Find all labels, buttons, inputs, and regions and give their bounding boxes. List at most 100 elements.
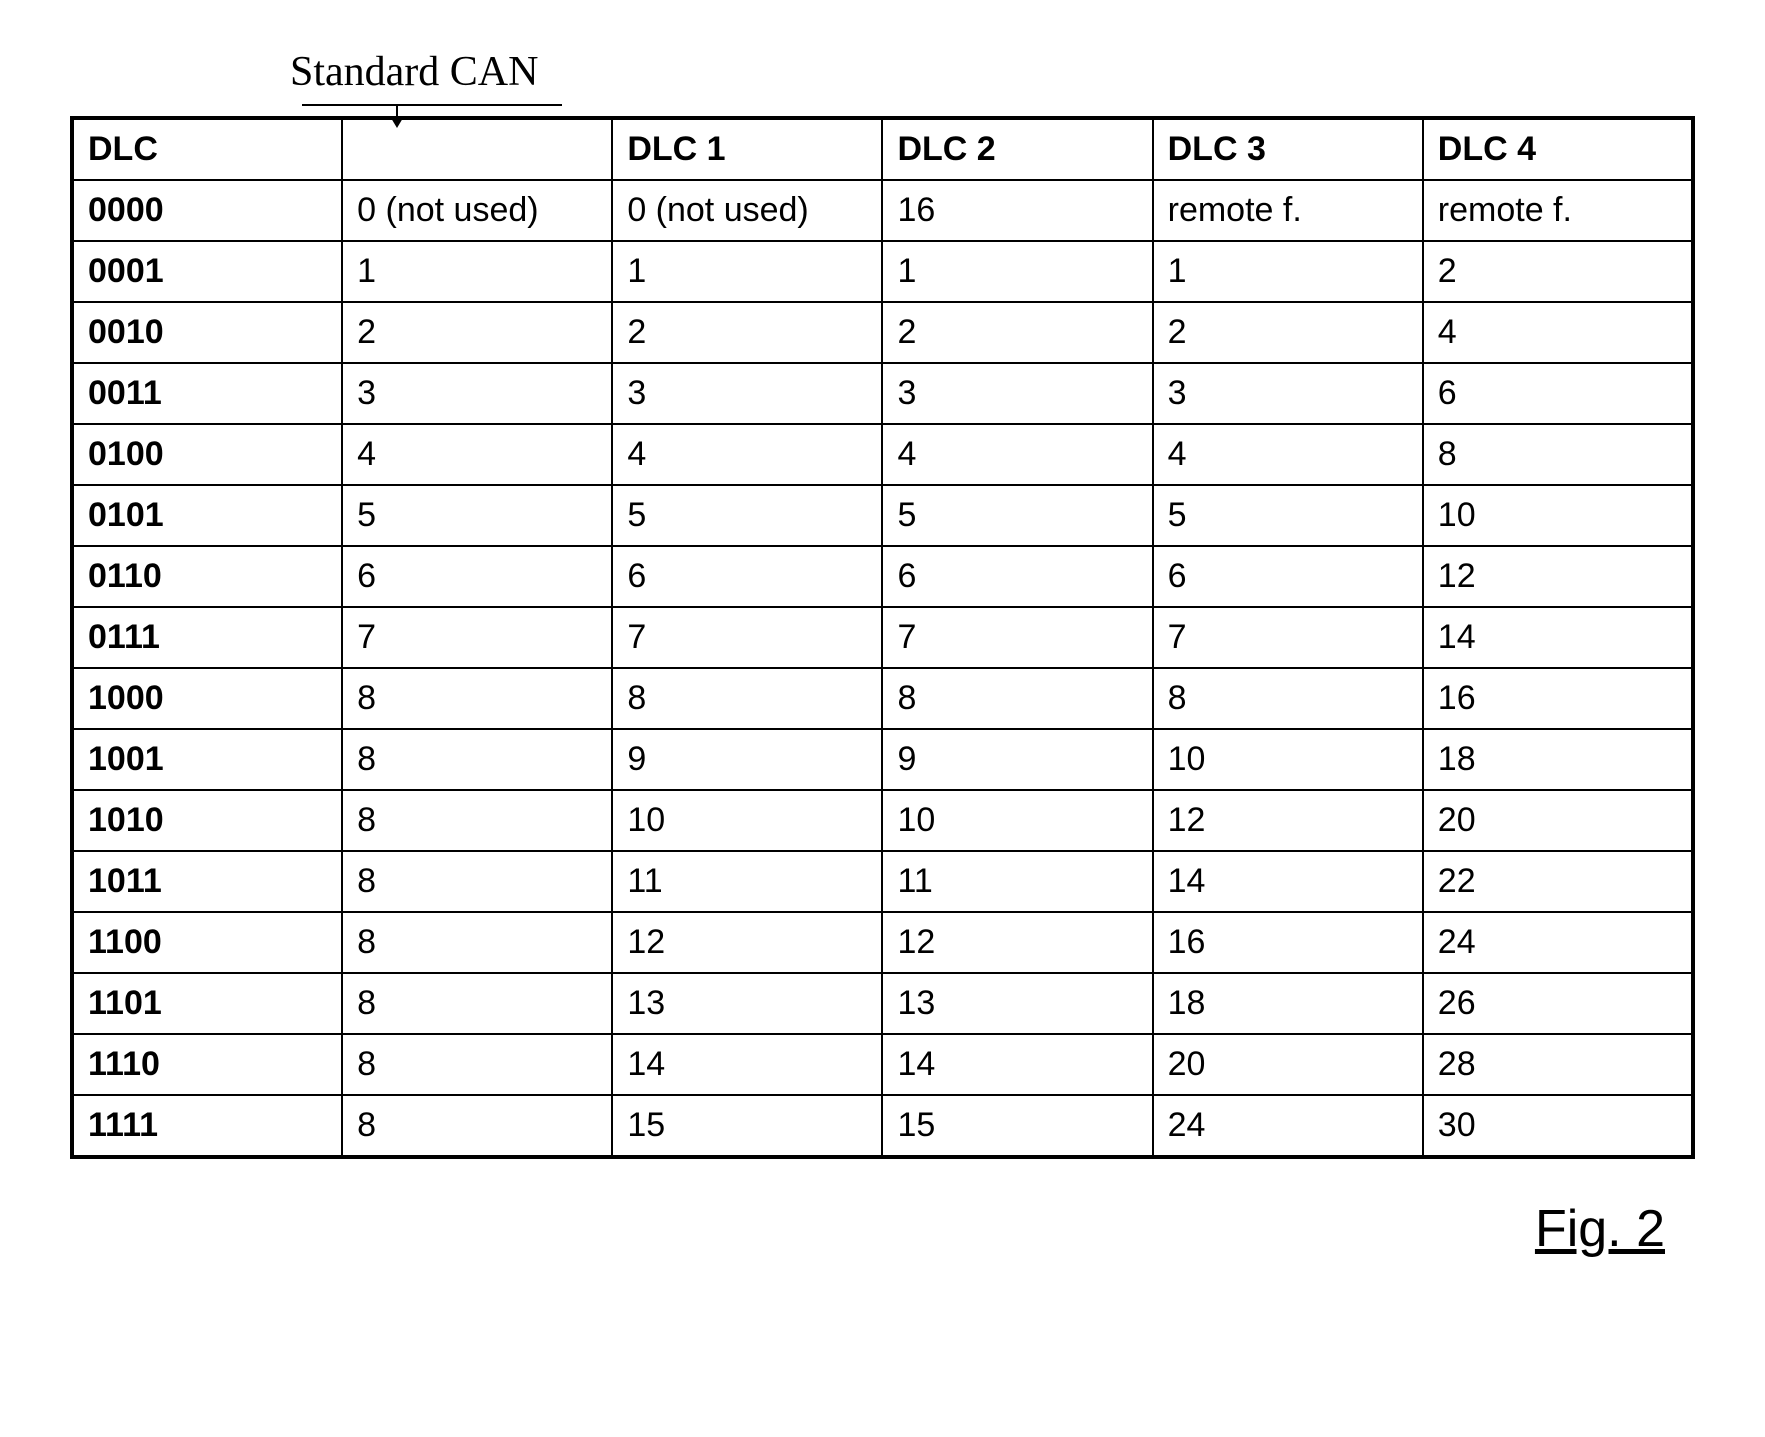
table-cell: 1010 [72, 790, 342, 851]
table-cell: 3 [342, 363, 612, 424]
column-header: DLC 2 [882, 118, 1152, 180]
table-cell: 4 [1423, 302, 1693, 363]
table-cell: 11 [882, 851, 1152, 912]
table-cell: 5 [342, 485, 612, 546]
table-cell: 2 [342, 302, 612, 363]
table-cell: 12 [1153, 790, 1423, 851]
table-row: 1011811111422 [72, 851, 1693, 912]
table-cell: 0111 [72, 607, 342, 668]
table-cell: 1100 [72, 912, 342, 973]
table-cell: 12 [882, 912, 1152, 973]
table-cell: 1 [1153, 241, 1423, 302]
table-cell: 13 [612, 973, 882, 1034]
column-header: DLC 1 [612, 118, 882, 180]
table-cell: 8 [342, 1034, 612, 1095]
table-cell: 22 [1423, 851, 1693, 912]
table-row: 00000 (not used)0 (not used)16remote f.r… [72, 180, 1693, 241]
table-cell: 0010 [72, 302, 342, 363]
table-cell: 0110 [72, 546, 342, 607]
table-cell: 8 [342, 851, 612, 912]
table-cell: 10 [882, 790, 1152, 851]
table-cell: 28 [1423, 1034, 1693, 1095]
table-cell: 14 [882, 1034, 1152, 1095]
table-cell: 8 [342, 668, 612, 729]
column-header: DLC 4 [1423, 118, 1693, 180]
table-cell: 18 [1153, 973, 1423, 1034]
table-cell: 0 (not used) [342, 180, 612, 241]
table-cell: 3 [1153, 363, 1423, 424]
table-cell: 7 [1153, 607, 1423, 668]
table-cell: 1011 [72, 851, 342, 912]
annotation-arrow [396, 106, 398, 126]
table-cell: 7 [882, 607, 1152, 668]
table-row: 0101555510 [72, 485, 1693, 546]
table-body: 00000 (not used)0 (not used)16remote f.r… [72, 180, 1693, 1157]
table-cell: 15 [612, 1095, 882, 1157]
table-row: 001133336 [72, 363, 1693, 424]
table-cell: 1 [612, 241, 882, 302]
table-cell: 1001 [72, 729, 342, 790]
table-cell: 5 [1153, 485, 1423, 546]
table-row: 1000888816 [72, 668, 1693, 729]
table-cell: 13 [882, 973, 1152, 1034]
table-row: 1111815152430 [72, 1095, 1693, 1157]
table-cell: 1000 [72, 668, 342, 729]
table-cell: 1111 [72, 1095, 342, 1157]
table-cell: 4 [882, 424, 1152, 485]
column-header: DLC [72, 118, 342, 180]
table-row: 0110666612 [72, 546, 1693, 607]
table-cell: 5 [882, 485, 1152, 546]
table-cell: 7 [342, 607, 612, 668]
table-cell: 1110 [72, 1034, 342, 1095]
table-cell: 8 [342, 973, 612, 1034]
table-cell: 2 [612, 302, 882, 363]
table-cell: 11 [612, 851, 882, 912]
table-cell: 4 [342, 424, 612, 485]
table-cell: 2 [882, 302, 1152, 363]
table-cell: 0000 [72, 180, 342, 241]
table-cell: 0 (not used) [612, 180, 882, 241]
table-row: 10018991018 [72, 729, 1693, 790]
table-cell: 3 [882, 363, 1152, 424]
table-row: 001022224 [72, 302, 1693, 363]
table-cell: 9 [882, 729, 1152, 790]
table-cell: 2 [1423, 241, 1693, 302]
table-header: DLC DLC 1DLC 2DLC 3DLC 4 [72, 118, 1693, 180]
table-cell: 14 [1153, 851, 1423, 912]
table-cell: 20 [1153, 1034, 1423, 1095]
table-row: 1110814142028 [72, 1034, 1693, 1095]
table-cell: 6 [342, 546, 612, 607]
table-cell: 26 [1423, 973, 1693, 1034]
table-cell: 6 [882, 546, 1152, 607]
table-cell: 1 [882, 241, 1152, 302]
table-cell: 24 [1423, 912, 1693, 973]
table-cell: 0101 [72, 485, 342, 546]
figure-label: Fig. 2 [70, 1199, 1695, 1259]
table-cell: 0011 [72, 363, 342, 424]
table-row: 1101813131826 [72, 973, 1693, 1034]
column-header: DLC 3 [1153, 118, 1423, 180]
table-cell: 8 [612, 668, 882, 729]
table-cell: 6 [1423, 363, 1693, 424]
table-cell: 10 [1153, 729, 1423, 790]
table-cell: 16 [1423, 668, 1693, 729]
annotation-label: Standard CAN [290, 48, 538, 96]
table-cell: 9 [612, 729, 882, 790]
table-row: 0111777714 [72, 607, 1693, 668]
table-cell: 8 [1153, 668, 1423, 729]
table-cell: 3 [612, 363, 882, 424]
table-cell: 16 [882, 180, 1152, 241]
table-cell: 8 [342, 912, 612, 973]
table-cell: 30 [1423, 1095, 1693, 1157]
table-cell: 18 [1423, 729, 1693, 790]
table-cell: remote f. [1153, 180, 1423, 241]
table-cell: 20 [1423, 790, 1693, 851]
table-cell: 8 [342, 790, 612, 851]
table-cell: 16 [1153, 912, 1423, 973]
table-cell: 6 [612, 546, 882, 607]
table-cell: 12 [1423, 546, 1693, 607]
table-cell: 24 [1153, 1095, 1423, 1157]
table-row: 010044448 [72, 424, 1693, 485]
table-cell: 1101 [72, 973, 342, 1034]
annotation-underline [302, 104, 562, 106]
